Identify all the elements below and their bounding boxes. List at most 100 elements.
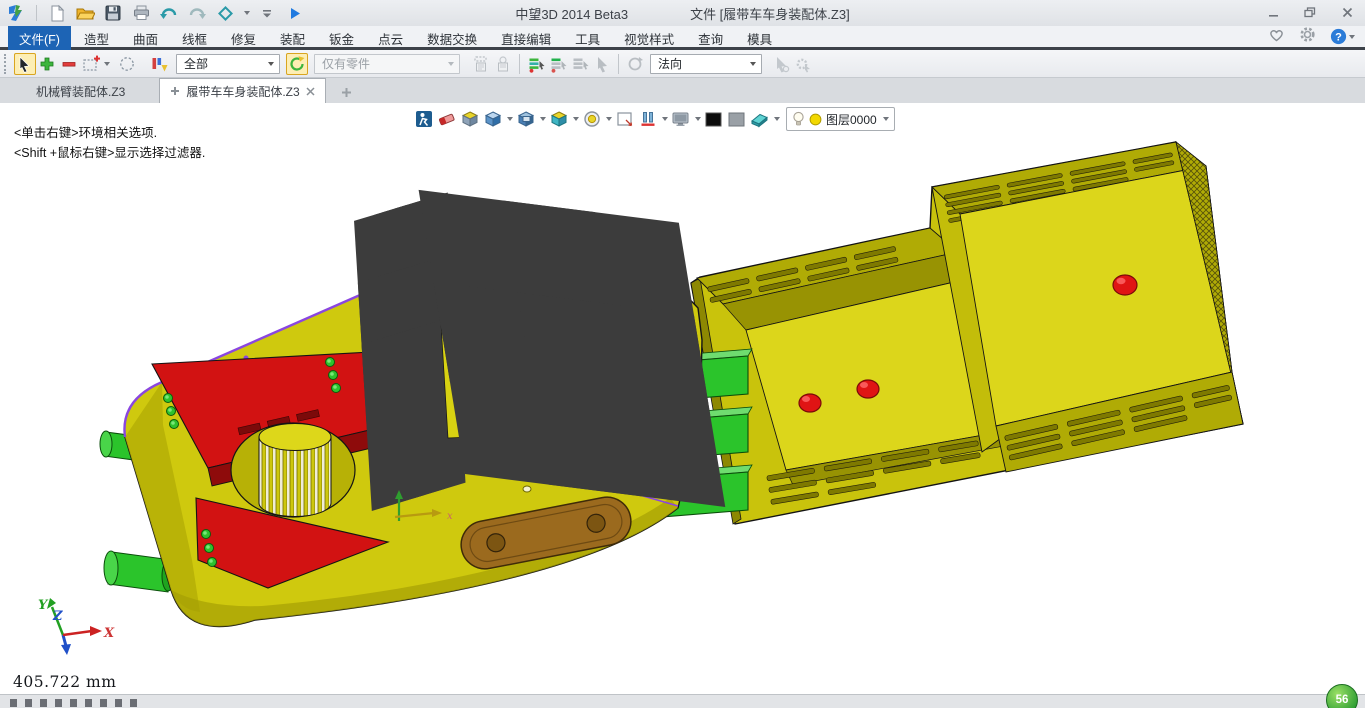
- divider: [36, 5, 37, 21]
- zoom-circle-caret[interactable]: [606, 117, 612, 121]
- menu-tab-repair[interactable]: 修复: [220, 26, 267, 50]
- menu-tab-file[interactable]: 文件(F): [8, 26, 71, 50]
- menu-tab-assembly[interactable]: 装配: [269, 26, 316, 50]
- titlebar: 中望3D 2014 Beta3 文件 [履带车车身装配体.Z3]: [0, 0, 1365, 26]
- pick-list-gray-icon[interactable]: [547, 53, 569, 75]
- cycle-pick-icon[interactable]: [286, 53, 308, 75]
- pick-list-colored-icon[interactable]: [525, 53, 547, 75]
- favorites-heart-icon[interactable]: [1268, 27, 1285, 47]
- orientation-combobox[interactable]: 法向: [650, 54, 762, 74]
- layer-caret[interactable]: [883, 117, 889, 121]
- menu-tab-tools[interactable]: 工具: [564, 26, 611, 50]
- notification-badge[interactable]: 56: [1326, 684, 1358, 708]
- cursor-disabled-icon[interactable]: [591, 53, 613, 75]
- undo-icon[interactable]: [158, 3, 180, 23]
- new-file-icon[interactable]: [46, 3, 68, 23]
- lasso-select-icon[interactable]: [116, 53, 138, 75]
- divider: [618, 54, 619, 74]
- redo-icon[interactable]: [186, 3, 208, 23]
- help-caret[interactable]: [1349, 35, 1355, 39]
- menu-tab-sheetmetal[interactable]: 钣金: [318, 26, 365, 50]
- coordinate-readout: 405.722 mm: [13, 673, 116, 691]
- close-button[interactable]: [1333, 3, 1361, 22]
- status-bar: [0, 694, 1365, 708]
- print-icon[interactable]: [130, 3, 152, 23]
- background-display-icon[interactable]: [670, 108, 691, 130]
- display-mode-icon[interactable]: [515, 108, 536, 130]
- menu-tab-directedit[interactable]: 直接编辑: [490, 26, 562, 50]
- exit-environment-icon[interactable]: [413, 108, 434, 130]
- vehicle-hull: x: [100, 234, 702, 627]
- layer-name: 图层0000: [826, 111, 877, 128]
- gear-cursor-disabled-icon[interactable]: [792, 53, 814, 75]
- selection-toolbar: 全部 仅有零件 法向: [0, 50, 1365, 78]
- scope-combobox[interactable]: 仅有零件: [314, 54, 460, 74]
- pick-box-icon[interactable]: [80, 53, 102, 75]
- ribbon-show-icon[interactable]: [284, 3, 306, 23]
- tab-plus-icon: [170, 86, 180, 96]
- pick-cursor-disabled-icon[interactable]: [770, 53, 792, 75]
- doc-tab-robot-arm[interactable]: 机械臂装配体.Z3: [20, 79, 141, 103]
- background-display-caret[interactable]: [695, 117, 701, 121]
- view-navigate-caret[interactable]: [244, 11, 250, 15]
- quick-access-collapse-icon[interactable]: [256, 3, 278, 23]
- erase-icon[interactable]: [436, 108, 457, 130]
- graphics-area[interactable]: 图层0000 <单击右键>环境相关选项. <Shift +鼠标右键>显示选择过滤…: [0, 103, 1365, 695]
- hint-line-1: <单击右键>环境相关选项.: [14, 123, 205, 143]
- view-toolbar: 图层0000: [413, 106, 895, 132]
- pick-box-caret[interactable]: [104, 62, 110, 66]
- zoom-window-icon[interactable]: [614, 108, 635, 130]
- window-app-title: 中望3D 2014 Beta3: [515, 4, 628, 23]
- layer-color-icon: [809, 113, 822, 126]
- copy-disabled-icon[interactable]: [470, 53, 492, 75]
- selection-filter-icon[interactable]: [148, 53, 170, 75]
- menu-tab-inquire[interactable]: 查询: [687, 26, 734, 50]
- view-navigate-icon[interactable]: [214, 3, 236, 23]
- model-canvas[interactable]: x Y Z X: [0, 103, 1365, 695]
- section-view-caret[interactable]: [573, 117, 579, 121]
- zoom-circle-icon[interactable]: [581, 108, 602, 130]
- ground-plane-icon[interactable]: [637, 108, 658, 130]
- menu-tab-pointcloud[interactable]: 点云: [367, 26, 414, 50]
- tab-close-icon[interactable]: [306, 87, 315, 96]
- new-tab-button[interactable]: [334, 81, 360, 103]
- settings-gear-icon[interactable]: [1299, 26, 1316, 48]
- menu-tab-wireframe[interactable]: 线框: [171, 26, 218, 50]
- open-file-icon[interactable]: [74, 3, 96, 23]
- view-orientation-caret[interactable]: [507, 117, 513, 121]
- unfold-view-icon[interactable]: [459, 108, 480, 130]
- menu-tab-surface[interactable]: 曲面: [122, 26, 169, 50]
- toolbar-grip[interactable]: [4, 54, 10, 74]
- paste-disabled-icon[interactable]: [492, 53, 514, 75]
- help-button[interactable]: ?: [1330, 28, 1355, 45]
- black-color-swatch[interactable]: [703, 108, 724, 130]
- material-wedge-icon[interactable]: [749, 108, 770, 130]
- menu-tab-shape[interactable]: 造型: [73, 26, 120, 50]
- select-tool-icon[interactable]: [14, 53, 36, 75]
- gray-color-swatch[interactable]: [726, 108, 747, 130]
- menu-tab-visualstyle[interactable]: 视觉样式: [613, 26, 685, 50]
- doc-tab-track-body[interactable]: 履带车车身装配体.Z3: [159, 78, 325, 103]
- axis-x-label: X: [103, 626, 115, 641]
- filter-combobox[interactable]: 全部: [176, 54, 280, 74]
- save-icon[interactable]: [102, 3, 124, 23]
- reorient-disabled-icon[interactable]: [624, 53, 646, 75]
- restore-button[interactable]: [1296, 3, 1324, 22]
- remove-selection-icon[interactable]: [58, 53, 80, 75]
- hint-line-2: <Shift +鼠标右键>显示选择过滤器.: [14, 143, 205, 163]
- menu-tab-dataexchange[interactable]: 数据交换: [416, 26, 488, 50]
- view-orientation-cube-icon[interactable]: [482, 108, 503, 130]
- ground-plane-caret[interactable]: [662, 117, 668, 121]
- window-doc-title: 文件 [履带车车身装配体.Z3]: [690, 4, 850, 23]
- minimize-button[interactable]: [1259, 3, 1287, 22]
- pick-list-gray2-icon[interactable]: [569, 53, 591, 75]
- layer-control[interactable]: 图层0000: [786, 107, 895, 131]
- display-mode-caret[interactable]: [540, 117, 546, 121]
- menu-tab-mold[interactable]: 模具: [736, 26, 783, 50]
- help-icon: ?: [1335, 31, 1342, 43]
- section-view-icon[interactable]: [548, 108, 569, 130]
- world-axis-triad: Y Z X: [38, 598, 115, 655]
- status-bar-clipped-text: [10, 699, 140, 707]
- add-selection-icon[interactable]: [36, 53, 58, 75]
- material-wedge-caret[interactable]: [774, 117, 780, 121]
